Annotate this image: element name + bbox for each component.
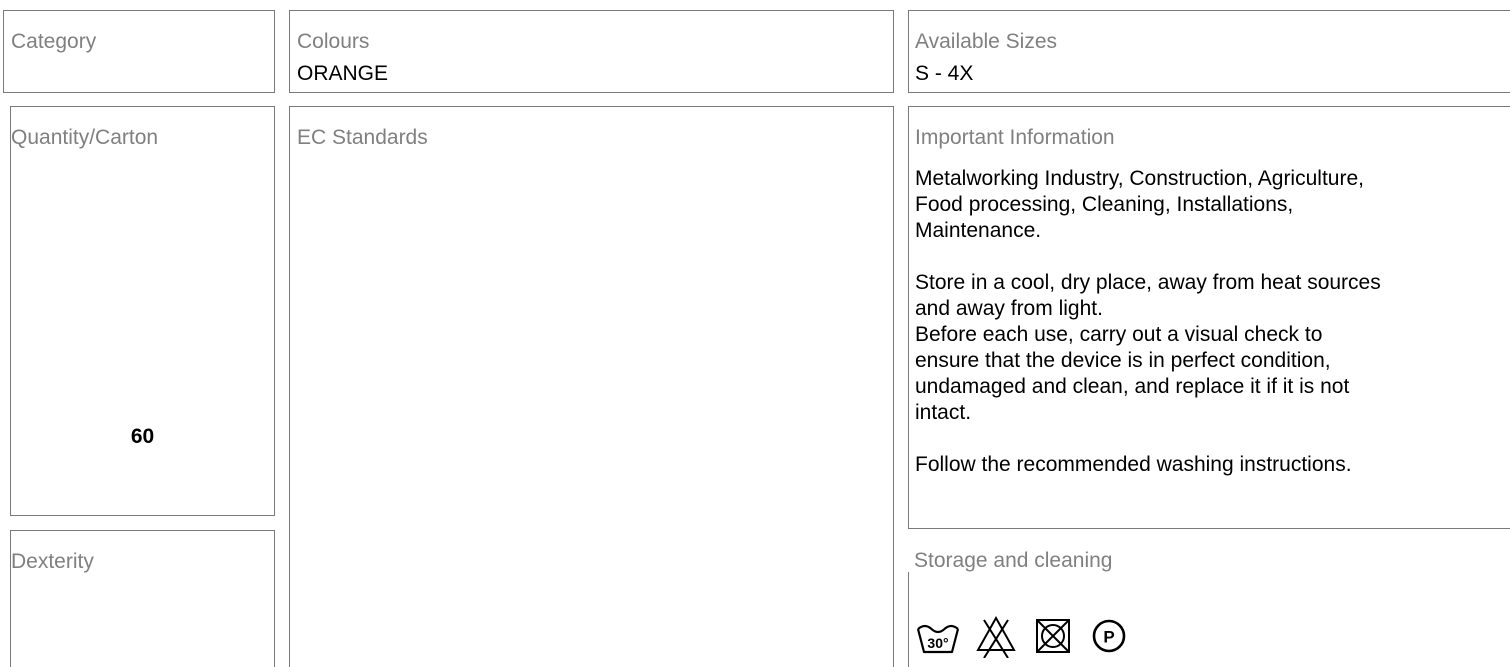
sizes-label: Available Sizes	[915, 30, 1058, 53]
sizes-cell: Available Sizes S - 4X	[908, 10, 1510, 93]
info-line: Before each use, carry out a visual chec…	[915, 323, 1323, 346]
storage-label: Storage and cleaning	[914, 549, 1113, 572]
info-line: undamaged and clean, and replace it if i…	[915, 375, 1350, 398]
info-line: Maintenance.	[915, 219, 1042, 242]
quantity-cell: Quantity/Carton 60	[10, 106, 275, 516]
category-cell: Category	[3, 10, 275, 93]
info-cell: Important Information Metalworking Indus…	[908, 106, 1510, 529]
dexterity-label: Dexterity	[11, 550, 94, 573]
colours-label: Colours	[297, 30, 370, 53]
storage-cell: Storage and cleaning 30° P	[908, 530, 1510, 667]
info-label: Important Information	[915, 126, 1115, 149]
colours-cell: Colours ORANGE	[289, 10, 894, 93]
professional-dry-clean-text: P	[1103, 628, 1114, 647]
wash-30-text: 30°	[927, 635, 948, 651]
colours-value: ORANGE	[297, 62, 389, 85]
info-line: ensure that the device is in perfect con…	[915, 349, 1331, 372]
no-tumble-dry-icon	[1036, 619, 1070, 653]
standards-cell: EC Standards	[289, 106, 894, 667]
info-line: Metalworking Industry, Construction, Agr…	[915, 167, 1364, 190]
no-bleach-icon	[976, 615, 1016, 658]
sizes-value: S - 4X	[915, 62, 974, 85]
standards-label: EC Standards	[297, 126, 428, 149]
quantity-label: Quantity/Carton	[11, 126, 159, 149]
info-line: Follow the recommended washing instructi…	[915, 453, 1352, 476]
info-line: Store in a cool, dry place, away from he…	[915, 271, 1381, 294]
care-icons: 30° P	[916, 614, 1144, 658]
dexterity-cell: Dexterity	[10, 530, 275, 667]
info-line: and away from light.	[915, 297, 1103, 320]
info-line: intact.	[915, 401, 972, 424]
storage-left-rule	[908, 572, 909, 667]
info-text: Metalworking Industry, Construction, Agr…	[915, 166, 1381, 478]
info-line: Food processing, Cleaning, Installations…	[915, 193, 1294, 216]
professional-dry-clean-icon: P	[1092, 619, 1126, 653]
wash-30-icon: 30°	[916, 624, 960, 654]
category-label: Category	[11, 30, 97, 53]
quantity-value: 60	[130, 425, 155, 448]
